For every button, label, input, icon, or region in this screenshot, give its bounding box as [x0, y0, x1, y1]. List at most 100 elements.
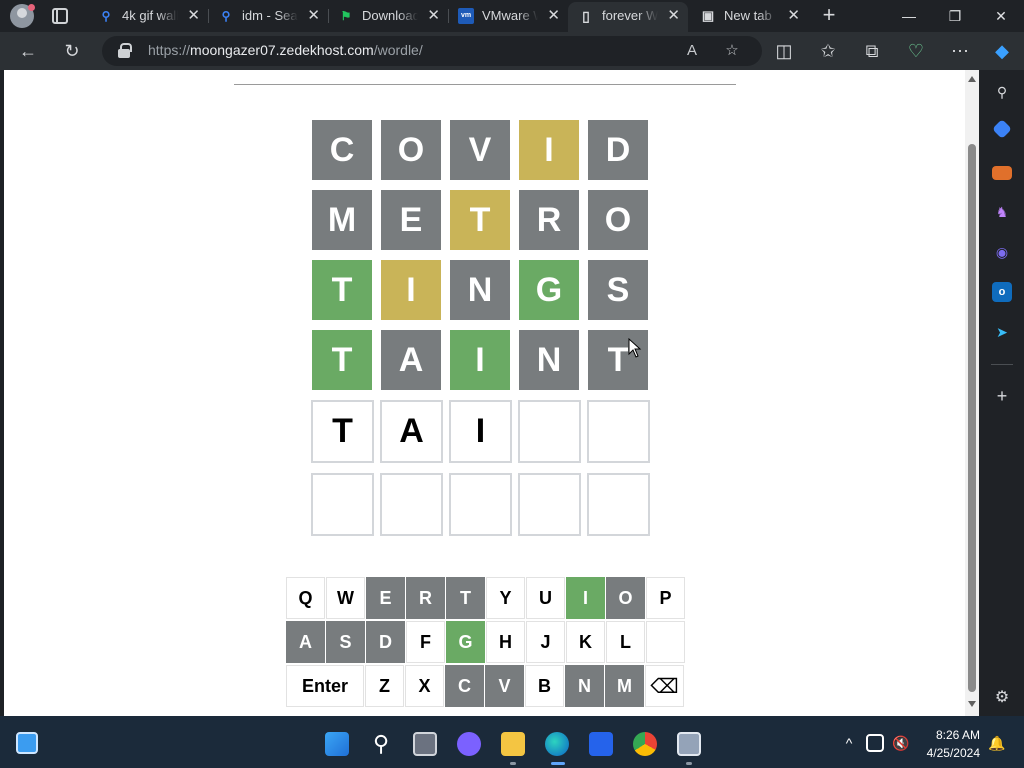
new-tab-button[interactable]: +: [818, 4, 840, 26]
key-j[interactable]: J: [526, 621, 565, 663]
send-icon[interactable]: ➤: [992, 322, 1012, 342]
search-icon[interactable]: ⚲: [369, 732, 393, 756]
tab-close-icon[interactable]: ✕: [427, 2, 440, 30]
minimize-button[interactable]: —: [886, 0, 932, 32]
clock-date[interactable]: 4/25/2024: [908, 746, 980, 760]
key-k[interactable]: K: [566, 621, 605, 663]
copilot-icon[interactable]: ◆: [990, 39, 1014, 63]
microsoft365-icon[interactable]: ◉: [992, 242, 1012, 262]
key-p[interactable]: P: [646, 577, 685, 619]
key-w[interactable]: W: [326, 577, 365, 619]
add-icon[interactable]: +: [992, 386, 1012, 406]
games-icon[interactable]: ♞: [992, 202, 1012, 222]
more-menu-icon[interactable]: ⋯: [948, 39, 972, 63]
scroll-thumb[interactable]: [968, 144, 976, 692]
back-arrow-icon[interactable]: ←: [16, 39, 40, 63]
key-y[interactable]: Y: [486, 577, 525, 619]
tab-close-icon[interactable]: ✕: [547, 2, 560, 30]
tools-icon[interactable]: [992, 166, 1012, 180]
file-explorer-icon[interactable]: [501, 732, 525, 756]
settings-gear-icon[interactable]: ⚙: [992, 688, 1012, 708]
collections-icon[interactable]: ⧉: [860, 39, 884, 63]
tab-actions-icon[interactable]: [52, 8, 68, 24]
task-view-icon[interactable]: [413, 732, 437, 756]
letter-tile: I: [449, 400, 512, 463]
tab-5[interactable]: ▣ New tab ✕: [690, 2, 808, 32]
game-board: COVIDMETROTINGSTAINTTAI: [311, 120, 654, 546]
clock-time[interactable]: 8:26 AM: [908, 728, 980, 742]
letter-tile: R: [519, 190, 579, 250]
favorite-star-icon[interactable]: ☆: [722, 41, 742, 61]
favorites-icon[interactable]: ✩: [816, 39, 840, 63]
scroll-up-arrow-icon[interactable]: [968, 76, 976, 82]
letter-tile: S: [588, 260, 648, 320]
outlook-icon[interactable]: o: [992, 282, 1012, 302]
key-v[interactable]: V: [485, 665, 524, 707]
key-d[interactable]: D: [366, 621, 405, 663]
key-l[interactable]: L: [606, 621, 645, 663]
edge-browser-icon[interactable]: [545, 732, 569, 756]
key-x[interactable]: X: [405, 665, 444, 707]
tab-close-icon[interactable]: ✕: [307, 2, 320, 30]
key-t[interactable]: T: [446, 577, 485, 619]
key-e[interactable]: E: [366, 577, 405, 619]
restore-button[interactable]: ❐: [932, 0, 978, 32]
key-f[interactable]: F: [406, 621, 445, 663]
key-m[interactable]: M: [605, 665, 644, 707]
key-q[interactable]: Q: [286, 577, 325, 619]
tab-4-active[interactable]: ▯ forever Wordle ✕: [568, 2, 688, 32]
url-host: moongazer07.zedekhost.com: [190, 42, 374, 58]
enter-key[interactable]: Enter: [286, 665, 364, 707]
search-icon[interactable]: ⚲: [992, 82, 1012, 102]
tab-close-icon[interactable]: ✕: [787, 2, 800, 30]
close-window-button[interactable]: ✕: [978, 0, 1024, 32]
key-a[interactable]: A: [286, 621, 325, 663]
refresh-icon[interactable]: ↻: [60, 39, 84, 63]
flag-icon: ⚑: [340, 9, 352, 23]
key-z[interactable]: Z: [365, 665, 404, 707]
key-i[interactable]: I: [566, 577, 605, 619]
page-scrollbar[interactable]: [965, 70, 979, 716]
read-aloud-icon[interactable]: A: [682, 41, 702, 61]
chrome-icon[interactable]: [633, 732, 657, 756]
key-o[interactable]: O: [606, 577, 645, 619]
tab-close-icon[interactable]: ✕: [667, 2, 680, 30]
remote-desktop-icon[interactable]: [677, 732, 701, 756]
scroll-down-arrow-icon[interactable]: [968, 701, 976, 707]
tab-close-icon[interactable]: ✕: [187, 2, 200, 30]
lock-icon[interactable]: [118, 43, 132, 58]
page-icon: ▯: [582, 8, 590, 24]
tab-2[interactable]: ⚑ Download ✕: [328, 2, 448, 32]
teams-chat-icon[interactable]: [457, 732, 481, 756]
url-text[interactable]: https://moongazer07.zedekhost.com/wordle…: [148, 42, 423, 58]
search-icon: ⚲: [101, 9, 111, 23]
shopping-tag-icon[interactable]: [992, 119, 1012, 139]
windows-start-icon[interactable]: [325, 732, 349, 756]
address-bar[interactable]: https://moongazer07.zedekhost.com/wordle…: [102, 36, 762, 66]
browser-essentials-icon[interactable]: ♡: [904, 39, 928, 63]
key-c[interactable]: C: [445, 665, 484, 707]
key-blank[interactable]: [646, 621, 685, 663]
tab-3[interactable]: vm VMware Workstation ✕: [448, 2, 568, 32]
key-s[interactable]: S: [326, 621, 365, 663]
tab-0[interactable]: ⚲ 4k gif wallpaper ✕: [88, 2, 208, 32]
edge-sidebar: ⚲ ♞ ◉ o ➤ + ⚙: [979, 70, 1024, 716]
network-icon[interactable]: [866, 734, 884, 752]
tab-1[interactable]: ⚲ idm - Search ✕: [208, 2, 328, 32]
navigation-bar: ← ↻ https://moongazer07.zedekhost.com/wo…: [0, 32, 1024, 70]
chevron-up-icon[interactable]: ^: [840, 734, 858, 752]
backspace-key-icon[interactable]: ⌫: [645, 665, 684, 707]
key-h[interactable]: H: [486, 621, 525, 663]
letter-tile: N: [450, 260, 510, 320]
letter-tile: [518, 400, 581, 463]
key-b[interactable]: B: [525, 665, 564, 707]
tab-title: idm - Search: [242, 2, 298, 30]
key-r[interactable]: R: [406, 577, 445, 619]
notification-bell-icon[interactable]: 🔔: [988, 734, 1006, 752]
key-g[interactable]: G: [446, 621, 485, 663]
key-n[interactable]: N: [565, 665, 604, 707]
key-u[interactable]: U: [526, 577, 565, 619]
microsoft-store-icon[interactable]: [589, 732, 613, 756]
split-screen-icon[interactable]: ◫: [772, 39, 796, 63]
widgets-icon[interactable]: [16, 732, 38, 754]
